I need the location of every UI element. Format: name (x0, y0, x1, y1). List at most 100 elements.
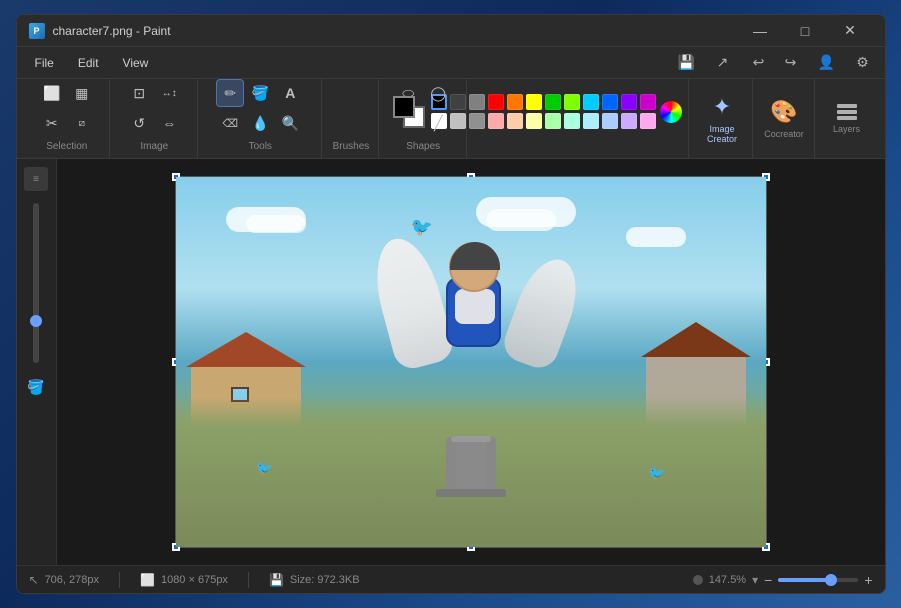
color-green[interactable] (545, 94, 561, 110)
fill-tool[interactable]: 🪣 (246, 79, 274, 107)
foreground-color-box[interactable] (393, 96, 415, 118)
color-orange[interactable] (507, 94, 523, 110)
save-icon-button[interactable]: 💾 (673, 49, 701, 77)
invert-select-tool[interactable]: ⧄ (68, 109, 96, 137)
color-lightcyan[interactable] (583, 113, 599, 129)
ribbon-group-image: ⊡ ↔↕ ↺ ⇔ Image (112, 79, 198, 158)
share-icon-button[interactable]: ↗ (709, 49, 737, 77)
menu-view[interactable]: View (113, 52, 159, 74)
minimize-button[interactable]: — (738, 15, 783, 47)
sidebar-top-icon[interactable]: ≡ (24, 167, 48, 191)
file-icon: 💾 (269, 573, 284, 587)
status-sep-2 (248, 572, 249, 588)
bird-bottom-right: 🐦 (648, 465, 665, 482)
canvas-size-icon: ⬜ (140, 573, 155, 587)
line-shape[interactable]: ╱ (424, 109, 452, 137)
color-yellow[interactable] (526, 94, 542, 110)
image-tools: ⊡ ↔↕ ↺ ⇔ (118, 79, 191, 137)
fountain (446, 437, 496, 497)
paint-bucket-sidebar[interactable]: 🪣 (27, 379, 44, 396)
color-lime[interactable] (564, 94, 580, 110)
redo-button[interactable]: ↪ (777, 49, 805, 77)
window-title: character7.png - Paint (53, 24, 738, 38)
menu-bar: File Edit View 💾 ↗ ↩ ↪ 👤 ⚙ (17, 47, 885, 79)
resize-tool[interactable]: ↔↕ (155, 79, 183, 107)
close-button[interactable]: ✕ (828, 15, 873, 47)
color-pink[interactable] (488, 113, 504, 129)
color-row-1 (431, 94, 656, 110)
text-tool[interactable]: A (276, 79, 304, 107)
color-lightgreen[interactable] (545, 113, 561, 129)
flip-tool[interactable]: ⇔ (155, 109, 183, 137)
color-blue[interactable] (602, 94, 618, 110)
colorpick-tool[interactable]: 💧 (246, 109, 274, 137)
color-silver[interactable] (469, 113, 485, 129)
color-magenta[interactable] (640, 94, 656, 110)
canvas-size-status: ⬜ 1080 × 675px (140, 573, 228, 587)
cursor-position: ↖ 706, 278px (29, 573, 100, 587)
account-button[interactable]: 👤 (813, 49, 841, 77)
color-red[interactable] (488, 94, 504, 110)
rotate-tool[interactable]: ↺ (125, 109, 153, 137)
color-lightblue[interactable] (602, 113, 618, 129)
rainbow-color-picker[interactable] (660, 101, 682, 123)
zoom-tool[interactable]: 🔍 (276, 109, 304, 137)
rect-select-tool[interactable]: ⬜ (38, 79, 66, 107)
menu-edit[interactable]: Edit (68, 52, 109, 74)
char-chest (455, 289, 495, 324)
feather-right (498, 251, 587, 373)
free-select-tool[interactable]: ✂ (38, 109, 66, 137)
fountain-bowl (451, 436, 491, 442)
ribbon-group-colors (469, 79, 689, 158)
file-size-text: Size: 972.3KB (290, 574, 360, 586)
color-peach[interactable] (507, 113, 523, 129)
cloud-1b (246, 215, 306, 233)
zoom-slider-track[interactable] (778, 578, 858, 582)
canvas-image[interactable]: 🐦 🐦 🐦 (176, 177, 766, 547)
settings-button[interactable]: ⚙ (849, 49, 877, 77)
zoom-dot-indicator (693, 575, 703, 585)
undo-redo-group: ↩ ↪ (745, 49, 805, 77)
select-all-tool[interactable]: ▦ (68, 79, 96, 107)
title-bar: P character7.png - Paint — □ ✕ (17, 15, 885, 47)
zoom-slider-fill (778, 578, 826, 582)
ribbon: ⬜ ▦ ✂ ⧄ Selection ⊡ ↔↕ ↺ ⇔ Image ✏ 🪣 A (17, 79, 885, 159)
status-bar: ↖ 706, 278px ⬜ 1080 × 675px 💾 Size: 972.… (17, 565, 885, 593)
color-lavender[interactable] (621, 113, 637, 129)
color-purple[interactable] (621, 94, 637, 110)
zoom-minus-button[interactable]: − (764, 572, 772, 588)
circle-shape[interactable]: ◯ (424, 79, 452, 107)
color-mint[interactable] (564, 113, 580, 129)
ribbon-cocreator: 🎨 Cocreator (755, 79, 815, 158)
maximize-button[interactable]: □ (783, 15, 828, 47)
eraser-tool[interactable]: ⌫ (216, 109, 244, 137)
color-lightyellow[interactable] (526, 113, 542, 129)
status-sep-1 (119, 572, 120, 588)
menu-file[interactable]: File (25, 52, 64, 74)
zoom-controls: 147.5% ▾ − + (693, 572, 873, 588)
tools-label: Tools (249, 141, 272, 154)
zoom-thumb[interactable] (30, 315, 42, 327)
zoom-plus-button[interactable]: + (864, 572, 872, 588)
cloud-3 (626, 227, 686, 247)
zoom-dropdown-arrow[interactable]: ▾ (752, 573, 758, 587)
cocreator-icon: 🎨 (770, 99, 797, 125)
zoom-level-text: 147.5% (709, 574, 746, 586)
drawing-tools: ✏ 🪣 A ⌫ 💧 🔍 (206, 79, 315, 137)
cursor-icon: ↖ (29, 573, 39, 587)
color-gray[interactable] (469, 94, 485, 110)
crop-tool[interactable]: ⊡ (125, 79, 153, 107)
image-creator-button[interactable]: Image Creator (701, 124, 744, 144)
brush-sizes (347, 116, 355, 137)
zoom-slider-thumb[interactable] (825, 574, 837, 586)
app-window: P character7.png - Paint — □ ✕ File Edit… (16, 14, 886, 594)
cocreator-button[interactable]: Cocreator (764, 129, 804, 139)
color-cyan[interactable] (583, 94, 599, 110)
image-creator-icon: ✦ (713, 94, 731, 120)
undo-button[interactable]: ↩ (745, 49, 773, 77)
color-lightpink2[interactable] (640, 113, 656, 129)
layers-button[interactable]: Layers (833, 124, 860, 134)
color-row-2 (431, 113, 656, 129)
pencil-tool[interactable]: ✏ (216, 79, 244, 107)
cursor-coords: 706, 278px (45, 574, 99, 586)
